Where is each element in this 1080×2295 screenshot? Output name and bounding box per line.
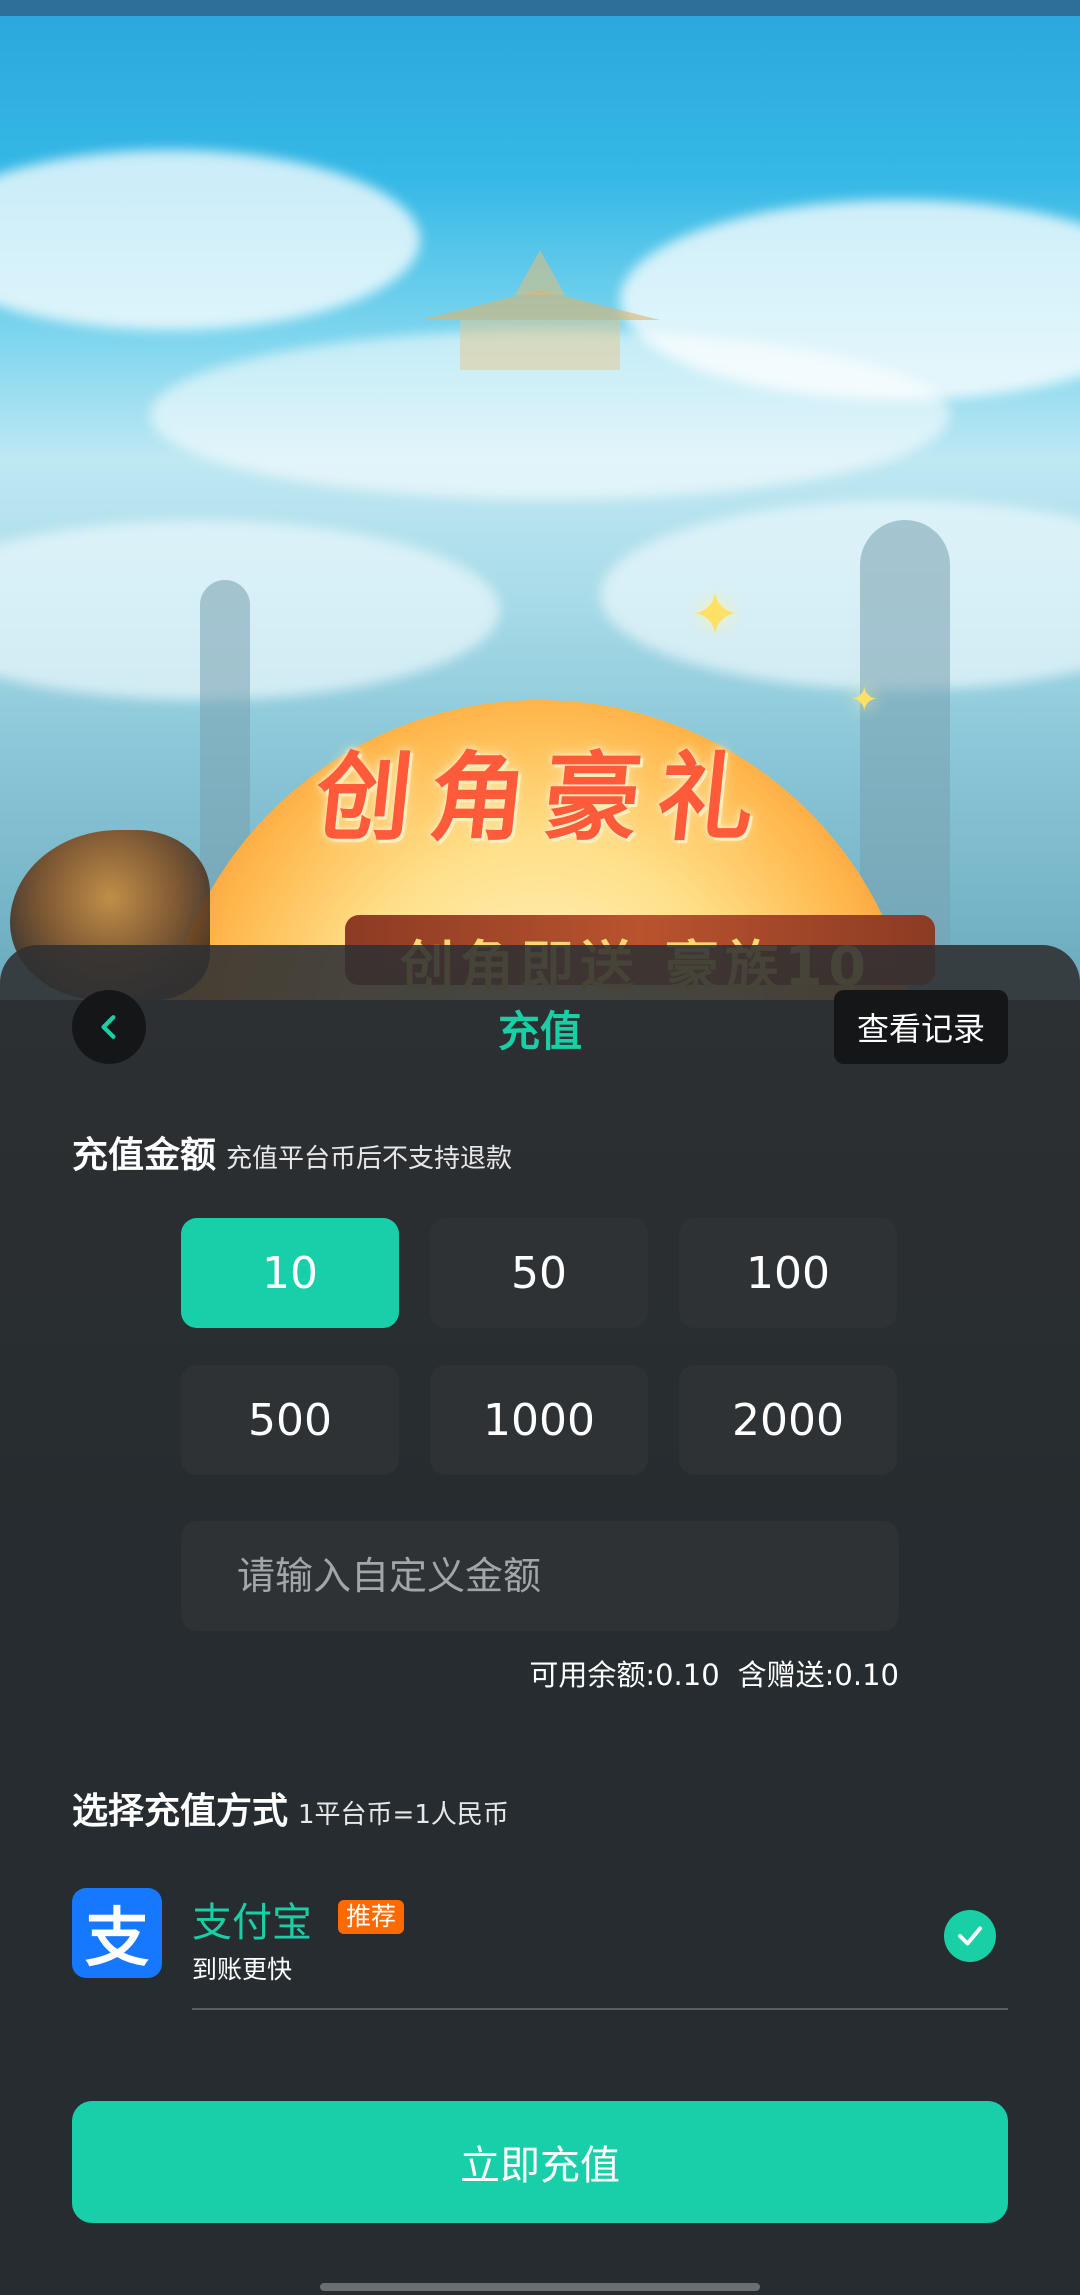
recommended-badge: 推荐 — [338, 1900, 405, 1934]
payment-method-name: 支付宝 — [192, 1900, 312, 1946]
balance-info: 可用余额:0.10 含赠送:0.10 — [529, 1652, 899, 1694]
amount-option-50[interactable]: 50 — [430, 1218, 648, 1328]
view-records-button[interactable]: 查看记录 — [834, 990, 1008, 1064]
divider — [192, 2008, 1008, 2010]
amount-option-500[interactable]: 500 — [181, 1365, 399, 1475]
cloud — [0, 520, 500, 700]
amount-label: 充值金额 — [72, 1135, 217, 1176]
amount-section-label: 充值金额 充值平台币后不支持退款 — [72, 1126, 512, 1178]
amount-grid: 10 50 100 500 1000 2000 — [181, 1218, 899, 1475]
payment-method-subtitle: 到账更快 — [192, 1955, 293, 1984]
amount-option-100[interactable]: 100 — [679, 1218, 897, 1328]
status-strip — [0, 0, 1080, 16]
sparkle-icon: ✦ — [850, 680, 879, 720]
amount-option-2000[interactable]: 2000 — [679, 1365, 897, 1475]
payment-section-label: 选择充值方式 1平台币=1人民币 — [72, 1782, 509, 1834]
alipay-logo-icon: 支 — [72, 1888, 162, 1978]
custom-amount-input[interactable] — [181, 1521, 899, 1631]
payment-method-alipay[interactable]: 支 支付宝 推荐 到账更快 — [72, 1888, 1008, 2008]
amount-option-10[interactable]: 10 — [181, 1218, 399, 1328]
palace-illustration — [420, 250, 660, 370]
bonus-balance: 含赠送:0.10 — [737, 1658, 899, 1692]
exchange-rate-note: 1平台币=1人民币 — [298, 1800, 509, 1830]
recharge-now-button[interactable]: 立即充值 — [72, 2101, 1008, 2223]
amount-option-1000[interactable]: 1000 — [430, 1365, 648, 1475]
available-balance: 可用余额:0.10 — [529, 1658, 720, 1692]
promo-banner: ✦ ✦ 创角豪礼 创角即送 豪族10 — [0, 0, 1080, 1000]
refund-note: 充值平台币后不支持退款 — [226, 1144, 513, 1174]
home-indicator — [320, 2283, 760, 2291]
banner-headline: 创角豪礼 — [310, 741, 779, 854]
payment-label: 选择充值方式 — [72, 1791, 289, 1832]
sparkle-icon: ✦ — [690, 580, 741, 650]
cloud — [600, 500, 1080, 690]
cloud — [0, 150, 420, 330]
check-icon[interactable] — [944, 1910, 996, 1962]
